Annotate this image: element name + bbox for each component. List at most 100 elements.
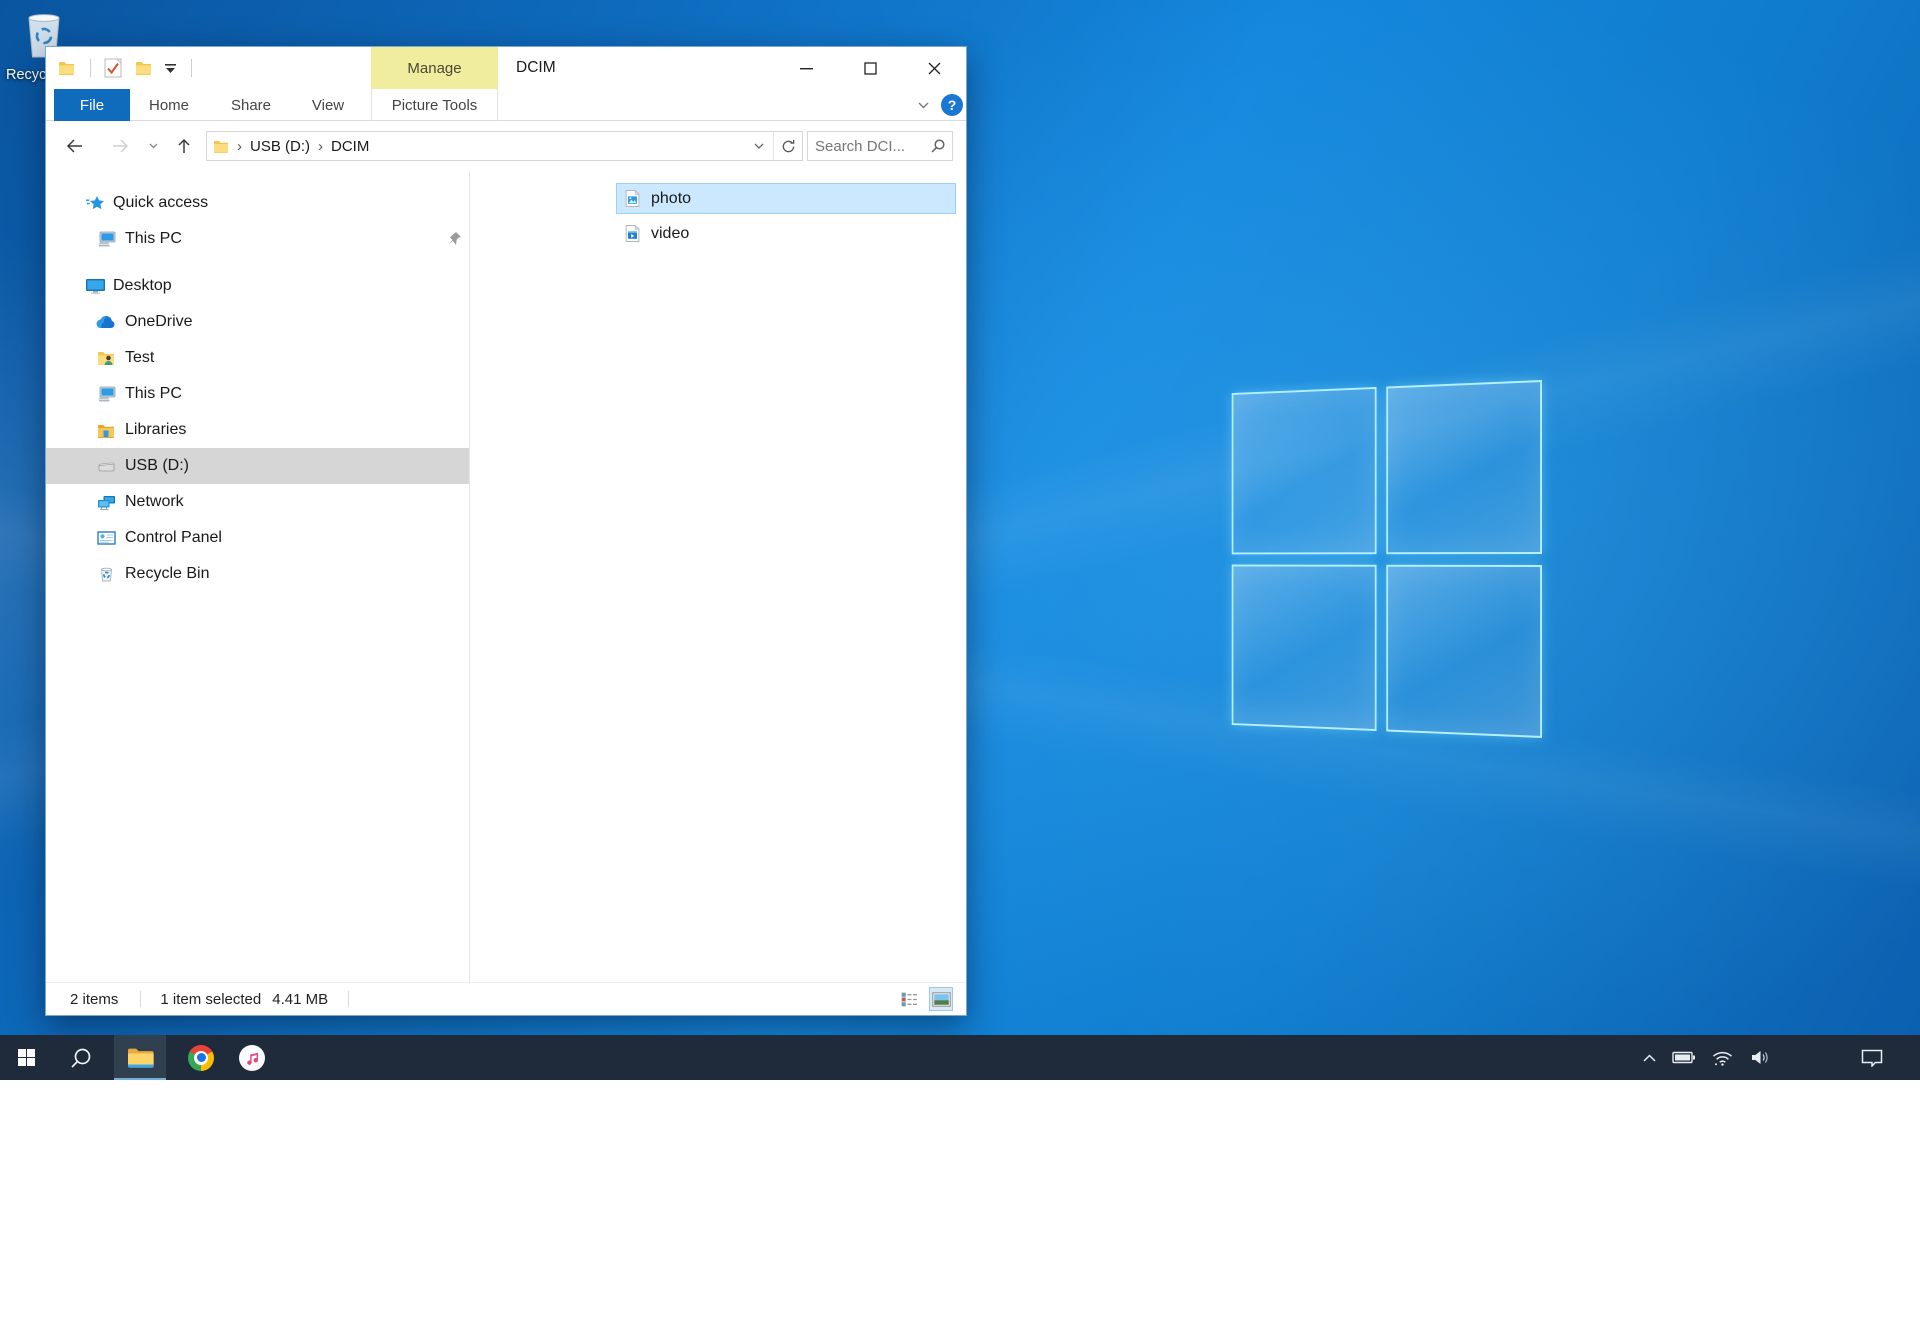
logo-pane: [1232, 564, 1376, 731]
ribbon-tabs: File Home Share View Picture Tools ?: [46, 89, 966, 121]
volume-tray-icon[interactable]: [1744, 1035, 1776, 1080]
up-button[interactable]: [170, 131, 198, 161]
network-icon: [96, 495, 116, 510]
maximize-button[interactable]: [838, 47, 902, 89]
expand-ribbon-button[interactable]: [910, 89, 936, 121]
title-bar[interactable]: Manage DCIM: [46, 47, 966, 89]
logo-pane: [1386, 564, 1542, 738]
address-bar[interactable]: › USB (D:) › DCIM: [206, 131, 803, 161]
forward-button[interactable]: [106, 131, 134, 161]
itunes-icon: [239, 1045, 265, 1071]
nav-item-test[interactable]: Test: [46, 340, 469, 376]
nav-label: Quick access: [113, 194, 208, 212]
file-row-video[interactable]: video: [616, 218, 956, 249]
customize-quick-access-icon[interactable]: [165, 62, 176, 74]
file-explorer-window: Manage DCIM File Home Share View Pictu: [45, 46, 967, 1016]
properties-check-icon[interactable]: [104, 58, 122, 78]
taskbar-itunes-button[interactable]: [226, 1035, 278, 1080]
battery-tray-icon[interactable]: [1668, 1035, 1700, 1080]
help-button[interactable]: ?: [941, 94, 963, 116]
quick-access-star-icon: [84, 195, 106, 212]
quick-access-toolbar: [58, 47, 192, 89]
close-button[interactable]: [902, 47, 966, 89]
refresh-icon: [781, 139, 796, 154]
chevron-up-icon: [1643, 1054, 1656, 1062]
toolbar-separator: [191, 59, 192, 77]
nav-item-libraries[interactable]: Libraries: [46, 412, 469, 448]
logo-pane: [1386, 380, 1542, 554]
maximize-icon: [864, 62, 877, 75]
tab-home[interactable]: Home: [134, 89, 204, 121]
up-arrow-icon: [177, 138, 191, 154]
libraries-icon: [96, 423, 116, 438]
action-center-button[interactable]: [1852, 1035, 1892, 1080]
window-title: DCIM: [516, 47, 556, 89]
nav-group-gap: [46, 257, 469, 268]
new-folder-icon[interactable]: [135, 61, 152, 75]
taskbar-search-button[interactable]: [55, 1035, 107, 1080]
windows-logo-wallpaper: [1232, 380, 1542, 738]
nav-label: Control Panel: [125, 529, 222, 547]
wifi-tray-icon[interactable]: [1706, 1035, 1738, 1080]
file-row-photo[interactable]: photo: [616, 183, 956, 214]
nav-label: Recycle Bin: [125, 565, 209, 583]
minimize-button[interactable]: [774, 47, 838, 89]
start-button[interactable]: [0, 1035, 53, 1080]
tab-picture-tools[interactable]: Picture Tools: [371, 89, 498, 121]
file-list[interactable]: photo video: [471, 171, 966, 984]
nav-item-recycle-bin[interactable]: Recycle Bin: [46, 556, 469, 592]
tab-share[interactable]: Share: [214, 89, 288, 121]
nav-item-onedrive[interactable]: OneDrive: [46, 304, 469, 340]
address-dropdown-button[interactable]: [745, 132, 773, 160]
breadcrumb-usb[interactable]: USB (D:): [250, 138, 310, 155]
close-icon: [928, 62, 941, 75]
status-separator: [140, 991, 141, 1007]
breadcrumb-separator: ›: [318, 138, 323, 155]
nav-item-this-pc-pinned[interactable]: This PC: [46, 221, 469, 257]
video-file-icon: [624, 225, 642, 242]
nav-item-usb-drive[interactable]: USB (D:): [46, 448, 469, 484]
logo-pane: [1232, 387, 1376, 554]
nav-item-this-pc[interactable]: This PC: [46, 376, 469, 412]
toolbar-separator: [90, 59, 91, 77]
address-row: › USB (D:) › DCIM Search DCI...: [46, 121, 966, 171]
recent-locations-button[interactable]: [142, 131, 164, 161]
chevron-down-icon: [754, 143, 764, 149]
folder-icon: [213, 140, 229, 153]
breadcrumb-dcim[interactable]: DCIM: [331, 138, 369, 155]
chevron-down-icon: [149, 143, 158, 149]
nav-label: This PC: [125, 385, 182, 403]
nav-item-network[interactable]: Network: [46, 484, 469, 520]
selection-count: 1 item selected: [160, 991, 261, 1008]
details-view-button[interactable]: [898, 988, 920, 1010]
help-icon: ?: [948, 97, 957, 113]
action-center-icon: [1861, 1049, 1883, 1067]
explorer-content: Quick access This PC Desktop: [46, 171, 966, 984]
windows-start-icon: [18, 1049, 35, 1066]
details-view-icon: [901, 992, 918, 1007]
tray-expand-button[interactable]: [1636, 1035, 1662, 1080]
user-folder-icon: [96, 350, 116, 366]
back-button[interactable]: [60, 131, 88, 161]
tab-file[interactable]: File: [54, 89, 130, 121]
refresh-button[interactable]: [774, 132, 802, 160]
nav-item-quick-access[interactable]: Quick access: [46, 185, 469, 221]
control-panel-icon: [96, 531, 116, 545]
tab-view[interactable]: View: [292, 89, 364, 121]
chevron-down-icon: [918, 102, 929, 109]
breadcrumb-separator: ›: [237, 138, 242, 155]
battery-icon: [1672, 1051, 1696, 1064]
chrome-icon: [188, 1045, 214, 1071]
nav-label: Desktop: [113, 277, 172, 295]
image-file-icon: [624, 190, 642, 207]
taskbar-file-explorer-button[interactable]: [114, 1035, 166, 1080]
nav-label: Test: [125, 349, 154, 367]
onedrive-cloud-icon: [96, 316, 116, 329]
nav-item-desktop[interactable]: Desktop: [46, 268, 469, 304]
search-box[interactable]: Search DCI...: [807, 131, 953, 161]
search-icon[interactable]: [931, 139, 945, 153]
taskbar-chrome-button[interactable]: [175, 1035, 227, 1080]
items-count: 2 items: [70, 991, 118, 1008]
thumbnail-view-button[interactable]: [930, 988, 952, 1010]
nav-item-control-panel[interactable]: Control Panel: [46, 520, 469, 556]
